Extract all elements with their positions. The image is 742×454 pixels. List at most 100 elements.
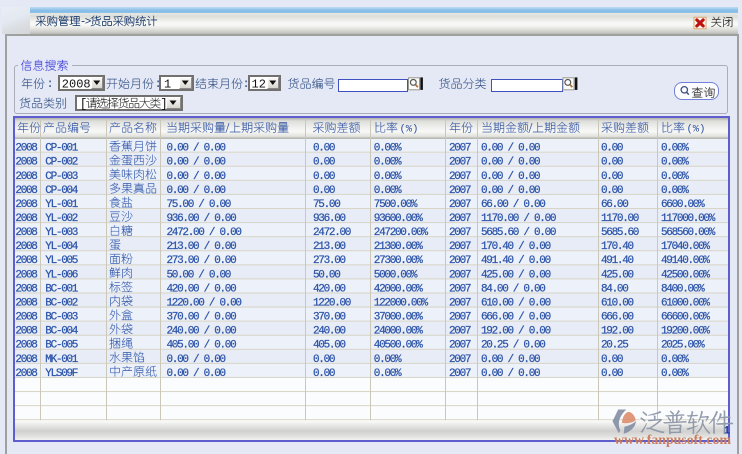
svg-text:1220.00: 1220.00 [313,297,351,309]
svg-text:1: 1 [164,78,171,92]
svg-text:0.00%: 0.00% [661,354,689,366]
svg-text:61000.00%: 61000.00% [661,297,710,309]
svg-text:50.00: 50.00 [313,269,340,281]
svg-text:YL-003: YL-003 [45,227,78,239]
svg-text:2007: 2007 [449,368,471,380]
svg-text:40500.00%: 40500.00% [374,340,423,352]
svg-text:122000.00%: 122000.00% [374,297,429,309]
svg-text:2008: 2008 [15,241,37,253]
svg-text:2007: 2007 [449,213,471,225]
svg-text:6600.00%: 6600.00% [661,199,705,211]
svg-text:BC-005: BC-005 [45,340,78,352]
svg-text:240.00: 240.00 [313,326,346,338]
svg-text:2007: 2007 [449,340,471,352]
svg-text:1170.00 / 0.00: 1170.00 / 0.00 [481,213,556,225]
svg-text:24000.00%: 24000.00% [374,326,423,338]
svg-text:0.00: 0.00 [601,354,623,366]
svg-text:405.00: 405.00 [313,340,346,352]
svg-text:370.00: 370.00 [313,312,346,324]
svg-text:MK-001: MK-001 [45,354,79,366]
svg-text:www.fanpusoft.com: www.fanpusoft.com [614,432,732,447]
svg-text:[: [ [80,98,88,112]
svg-text:425.00: 425.00 [601,269,634,281]
svg-text:273.00: 273.00 [313,255,346,267]
svg-text:2008: 2008 [15,340,37,352]
svg-text:YL-006: YL-006 [45,269,78,281]
svg-text:0.00 / 0.00: 0.00 / 0.00 [481,171,540,183]
svg-text:2007: 2007 [449,185,471,197]
svg-text:2007: 2007 [449,143,471,155]
svg-text:0.00: 0.00 [601,368,623,380]
svg-text:0.00%: 0.00% [374,368,402,380]
svg-text:420.00: 420.00 [313,283,346,295]
svg-text:0.00 / 0.00: 0.00 / 0.00 [167,185,226,197]
svg-text:170.40: 170.40 [601,241,634,253]
svg-text::: : [243,77,250,91]
svg-text:2008: 2008 [15,354,37,366]
svg-text:BC-004: BC-004 [45,326,79,338]
svg-text:2008: 2008 [15,297,37,309]
svg-text:2472.00: 2472.00 [313,227,351,239]
svg-text:0.00: 0.00 [313,354,335,366]
svg-text:192.00 / 0.00: 192.00 / 0.00 [481,326,551,338]
svg-text:BC-002: BC-002 [45,297,78,309]
svg-text:192.00: 192.00 [601,326,634,338]
svg-text:BC-003: BC-003 [45,312,78,324]
svg-text:1220.00 / 0.00: 1220.00 / 0.00 [167,297,242,309]
svg-text:27300.00%: 27300.00% [374,255,423,267]
svg-text:0.00 / 0.00: 0.00 / 0.00 [481,157,540,169]
svg-text:2008: 2008 [62,78,91,92]
svg-text:YL-005: YL-005 [45,255,78,267]
svg-text:2008: 2008 [15,283,37,295]
svg-text:YLS09F: YLS09F [45,368,78,380]
svg-text:(%): (%) [400,123,419,135]
svg-text:0.00: 0.00 [313,185,335,197]
svg-text:->: -> [80,17,91,29]
svg-text:0.00 / 0.00: 0.00 / 0.00 [167,171,226,183]
svg-text:2008: 2008 [15,269,37,281]
svg-text:425.00 / 0.00: 425.00 / 0.00 [481,269,551,281]
svg-text:0.00: 0.00 [601,171,623,183]
svg-text:117000.00%: 117000.00% [661,213,716,225]
svg-text:170.40 / 0.00: 170.40 / 0.00 [481,241,551,253]
svg-text:2008: 2008 [15,368,37,380]
svg-text:8400.00%: 8400.00% [661,283,705,295]
svg-text:2008: 2008 [15,157,37,169]
svg-text:YL-002: YL-002 [45,213,78,225]
svg-text:66.00 / 0.00: 66.00 / 0.00 [481,199,545,211]
svg-text:0.00 / 0.00: 0.00 / 0.00 [167,368,226,380]
svg-text:12: 12 [252,78,266,92]
svg-text:2007: 2007 [449,269,471,281]
svg-text:75.00: 75.00 [313,199,340,211]
svg-text:0.00 / 0.00: 0.00 / 0.00 [167,354,226,366]
svg-text:2007: 2007 [449,354,471,366]
svg-text:42500.00%: 42500.00% [661,269,710,281]
svg-text:2007: 2007 [449,326,471,338]
svg-text:YL-004: YL-004 [45,241,79,253]
svg-text:0.00: 0.00 [601,157,623,169]
svg-text:0.00: 0.00 [313,157,335,169]
svg-text:2008: 2008 [15,255,37,267]
svg-text:273.00 / 0.00: 273.00 / 0.00 [167,255,237,267]
svg-text:0.00%: 0.00% [661,171,689,183]
svg-text:2007: 2007 [449,297,471,309]
svg-text:5685.60 / 0.00: 5685.60 / 0.00 [481,227,556,239]
svg-text:0.00 / 0.00: 0.00 / 0.00 [167,157,226,169]
svg-text:2007: 2007 [449,255,471,267]
svg-text:240.00 / 0.00: 240.00 / 0.00 [167,326,237,338]
svg-text:2008: 2008 [15,312,37,324]
svg-text:247200.00%: 247200.00% [374,227,429,239]
svg-text:]: ] [160,98,168,112]
svg-text::: : [47,77,54,91]
svg-text:49140.00%: 49140.00% [661,255,710,267]
svg-text:0.00%: 0.00% [374,143,402,155]
svg-text:213.00 / 0.00: 213.00 / 0.00 [167,241,237,253]
svg-text:2007: 2007 [449,199,471,211]
svg-text:0.00 / 0.00: 0.00 / 0.00 [481,185,540,197]
svg-text:20.25 / 0.00: 20.25 / 0.00 [481,340,545,352]
svg-text:17040.00%: 17040.00% [661,241,710,253]
svg-text:405.00 / 0.00: 405.00 / 0.00 [167,340,237,352]
svg-text:CP-003: CP-003 [45,171,78,183]
svg-text:1170.00: 1170.00 [601,213,639,225]
svg-text:213.00: 213.00 [313,241,346,253]
